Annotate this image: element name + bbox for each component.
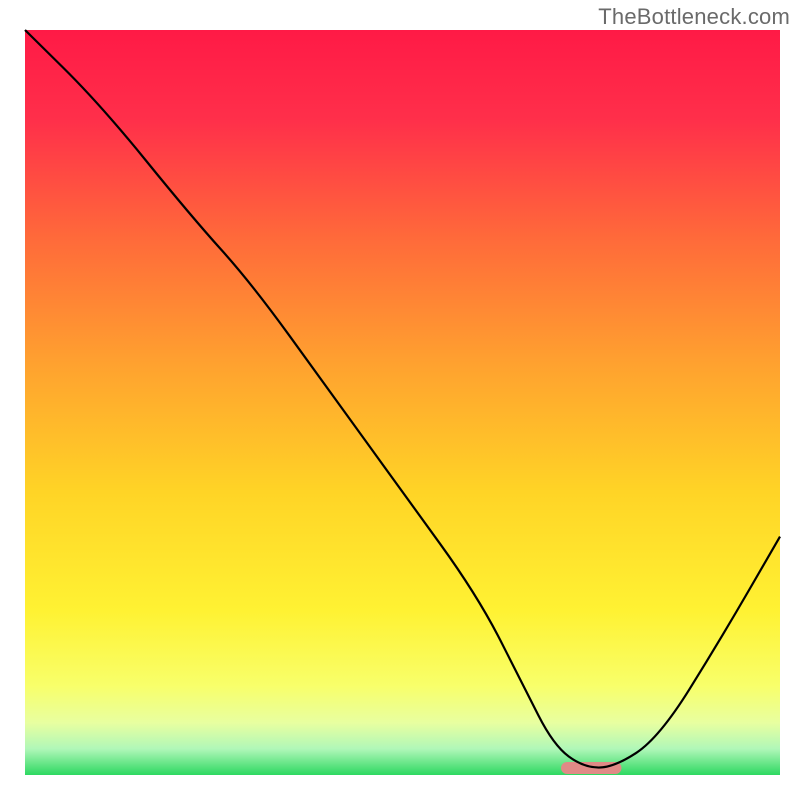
bottleneck-chart [0,0,800,800]
plot-background [25,30,780,775]
optimal-marker [561,762,621,774]
watermark-text: TheBottleneck.com [598,4,790,30]
chart-container: TheBottleneck.com [0,0,800,800]
